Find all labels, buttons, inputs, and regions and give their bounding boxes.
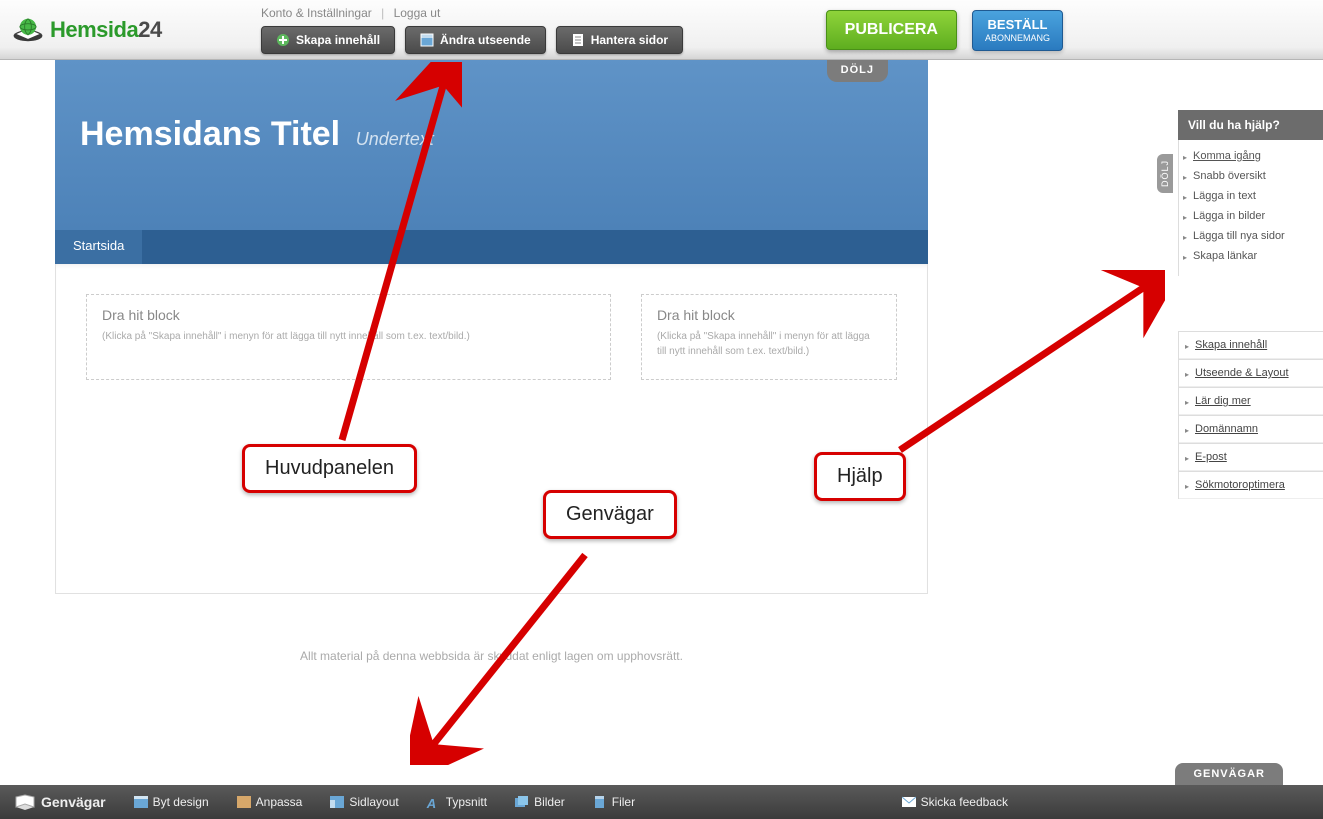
manage-pages-button[interactable]: Hantera sidor xyxy=(556,26,683,54)
help-link[interactable]: Lägga in bilder xyxy=(1193,210,1265,222)
help-header: Vill du ha hjälp? xyxy=(1178,110,1323,140)
help-list-sections: Skapa innehåll Utseende & Layout Lär dig… xyxy=(1178,331,1323,499)
annotation-help: Hjälp xyxy=(814,452,906,501)
create-content-button[interactable]: Skapa innehåll xyxy=(261,26,395,54)
help-link[interactable]: Komma igång xyxy=(1193,150,1261,162)
shortcuts-bar: Genvägar Byt design Anpassa Sidlayout AT… xyxy=(0,785,1323,819)
dropzone-right[interactable]: Dra hit block (Klicka på "Skapa innehåll… xyxy=(641,294,897,380)
help-link[interactable]: Lägga in text xyxy=(1193,190,1256,202)
shortcut-sidlayout[interactable]: Sidlayout xyxy=(330,795,398,809)
help-link[interactable]: Skapa länkar xyxy=(1193,250,1257,262)
annotation-shortcuts: Genvägar xyxy=(543,490,677,539)
globe-book-icon xyxy=(10,16,46,44)
site-header: DÖLJ Hemsidans Titel Undertext xyxy=(55,60,928,230)
top-links: Konto & Inställningar | Logga ut xyxy=(261,6,440,20)
logout-link[interactable]: Logga ut xyxy=(394,6,441,20)
page-icon xyxy=(571,33,585,47)
layout-icon xyxy=(330,796,344,808)
nav-home[interactable]: Startsida xyxy=(55,230,143,264)
brand-name: Hemsida24 xyxy=(50,17,162,43)
annotation-main-panel: Huvudpanelen xyxy=(242,444,417,493)
help-hide-tab[interactable]: DÖLJ xyxy=(1157,154,1173,193)
drop-hint: (Klicka på "Skapa innehåll" i menyn för … xyxy=(657,329,881,359)
help-link[interactable]: Lägga till nya sidor xyxy=(1193,230,1285,242)
help-link[interactable]: Lär dig mer xyxy=(1195,395,1251,407)
help-link[interactable]: Utseende & Layout xyxy=(1195,367,1289,379)
help-panel: DÖLJ Vill du ha hjälp? Komma igång Snabb… xyxy=(1178,110,1323,499)
shortcut-bilder[interactable]: Bilder xyxy=(515,795,565,809)
site-title[interactable]: Hemsidans Titel xyxy=(80,115,340,153)
order-subscription-button[interactable]: BESTÄLL ABONNEMANG xyxy=(972,10,1063,51)
help-link[interactable]: E-post xyxy=(1195,451,1227,463)
drop-title: Dra hit block xyxy=(657,307,881,323)
arrow-main-panel xyxy=(332,62,462,442)
plus-circle-icon xyxy=(276,33,290,47)
palette-icon xyxy=(237,796,251,808)
font-icon: A xyxy=(427,796,441,808)
arrow-shortcuts xyxy=(410,540,600,765)
change-appearance-button[interactable]: Ändra utseende xyxy=(405,26,546,54)
help-link[interactable]: Domännamn xyxy=(1195,423,1258,435)
account-link[interactable]: Konto & Inställningar xyxy=(261,6,372,20)
help-link[interactable]: Skapa innehåll xyxy=(1195,339,1267,351)
top-bar: Hemsida24 Konto & Inställningar | Logga … xyxy=(0,0,1323,60)
shortcut-typsnitt[interactable]: ATypsnitt xyxy=(427,795,487,809)
grid-icon xyxy=(134,796,148,808)
main-toolbar: Skapa innehåll Ändra utseende Hantera si… xyxy=(261,26,683,54)
help-list-getting-started: Komma igång Snabb översikt Lägga in text… xyxy=(1178,140,1323,276)
help-link[interactable]: Sökmotoroptimera xyxy=(1195,479,1285,491)
shortcut-byt-design[interactable]: Byt design xyxy=(134,795,209,809)
site-nav: Startsida xyxy=(55,230,928,264)
layout-icon xyxy=(420,33,434,47)
shortcuts-tab[interactable]: GENVÄGAR xyxy=(1175,763,1283,785)
action-buttons: PUBLICERA BESTÄLL ABONNEMANG xyxy=(826,10,1063,51)
shortcut-anpassa[interactable]: Anpassa xyxy=(237,795,303,809)
shortcut-feedback[interactable]: Skicka feedback xyxy=(902,795,1008,809)
publish-button[interactable]: PUBLICERA xyxy=(826,10,957,50)
files-icon xyxy=(593,796,607,808)
shortcuts-title: Genvägar xyxy=(15,794,106,810)
arrow-help xyxy=(890,270,1165,460)
help-link[interactable]: Snabb översikt xyxy=(1193,170,1266,182)
brand-logo[interactable]: Hemsida24 xyxy=(10,0,162,60)
book-icon xyxy=(15,794,35,810)
mail-icon xyxy=(902,796,916,808)
images-icon xyxy=(515,796,529,808)
hide-tab[interactable]: DÖLJ xyxy=(827,60,888,82)
shortcut-filer[interactable]: Filer xyxy=(593,795,635,809)
